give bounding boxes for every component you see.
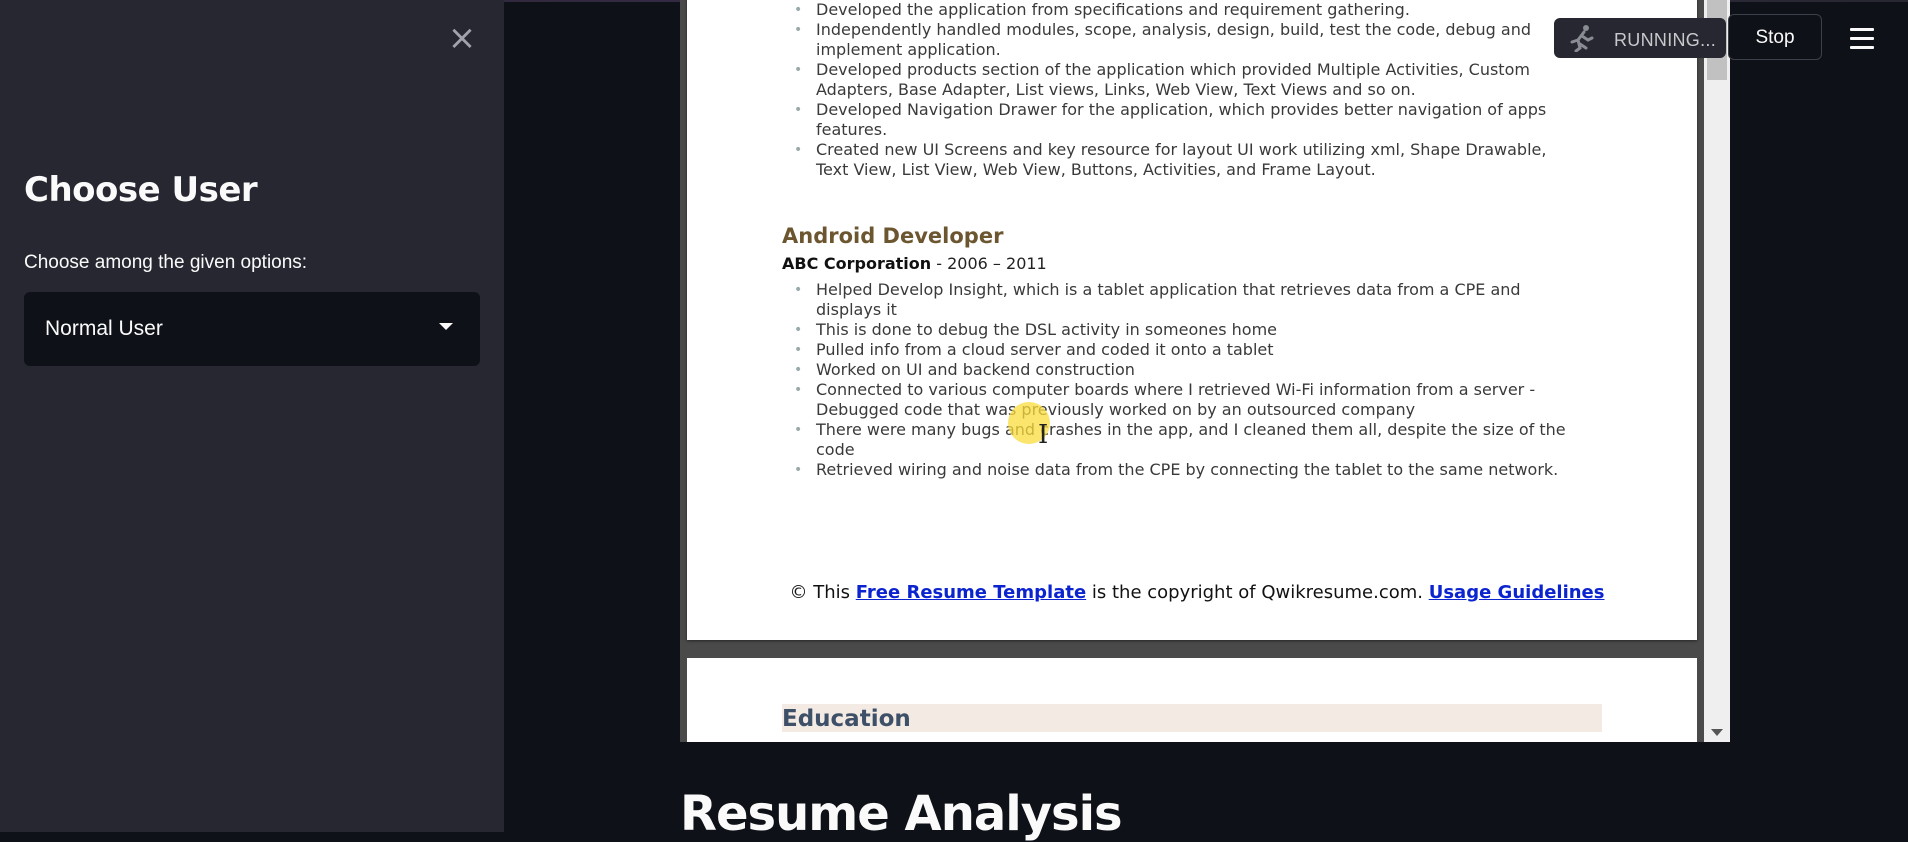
text-cursor-icon: I (1038, 420, 1049, 450)
user-select-value: Normal User (45, 317, 163, 340)
list-item: Retrieved wiring and noise data from the… (782, 460, 1572, 480)
running-man-icon (1570, 25, 1594, 52)
pdf-page: Developed the application from specifica… (687, 0, 1697, 640)
list-item: Developed products section of the applic… (782, 60, 1572, 100)
chevron-down-icon (439, 323, 453, 330)
user-select[interactable]: Normal User (24, 292, 480, 366)
copyright-middle: is the copyright of Qwikresume.com. (1086, 582, 1429, 603)
list-item: Created new UI Screens and key resource … (782, 140, 1572, 180)
running-label: RUNNING... (1614, 30, 1716, 50)
free-resume-template-link[interactable]: Free Resume Template (856, 582, 1086, 603)
company-line: ABC Corporation - 2006 – 2011 (782, 254, 1047, 273)
job-bullets-list: Helped Develop Insight, which is a table… (782, 280, 1572, 480)
sidebar: × Choose User Choose among the given opt… (0, 0, 504, 832)
running-status: RUNNING... (1554, 18, 1726, 58)
company-name: ABC Corporation (782, 254, 932, 273)
hamburger-menu-icon[interactable] (1850, 28, 1874, 50)
scroll-down-arrow-icon[interactable] (1711, 729, 1723, 736)
pdf-viewer[interactable]: Developed the application from specifica… (680, 0, 1730, 742)
list-item: This is done to debug the DSL activity i… (782, 320, 1572, 340)
select-label: Choose among the given options: (24, 252, 308, 273)
list-item: Connected to various computer boards whe… (782, 380, 1572, 420)
list-item: Worked on UI and backend construction (782, 360, 1572, 380)
copyright-prefix: © This (789, 582, 856, 603)
pdf-page-2: Education (687, 658, 1697, 742)
responsibilities-list: Developed the application from specifica… (782, 0, 1572, 180)
stop-button[interactable]: Stop (1728, 14, 1822, 60)
job-title: Android Developer (782, 224, 1004, 248)
list-item: There were many bugs and crashes in the … (782, 420, 1572, 460)
copyright-notice: © This Free Resume Template is the copyr… (787, 582, 1607, 604)
sidebar-title: Choose User (24, 170, 258, 210)
list-item: Developed the application from specifica… (782, 0, 1572, 20)
usage-guidelines-link[interactable]: Usage Guidelines (1429, 582, 1605, 603)
list-item: Pulled info from a cloud server and code… (782, 340, 1572, 360)
list-item: Independently handled modules, scope, an… (782, 20, 1572, 60)
page-section-title: Resume Analysis (680, 786, 1123, 842)
list-item: Helped Develop Insight, which is a table… (782, 280, 1572, 320)
close-icon[interactable]: × (444, 20, 480, 56)
education-heading: Education (782, 706, 911, 732)
company-years: - 2006 – 2011 (931, 254, 1047, 273)
list-item: Developed Navigation Drawer for the appl… (782, 100, 1572, 140)
pdf-scrollbar[interactable] (1704, 0, 1730, 742)
